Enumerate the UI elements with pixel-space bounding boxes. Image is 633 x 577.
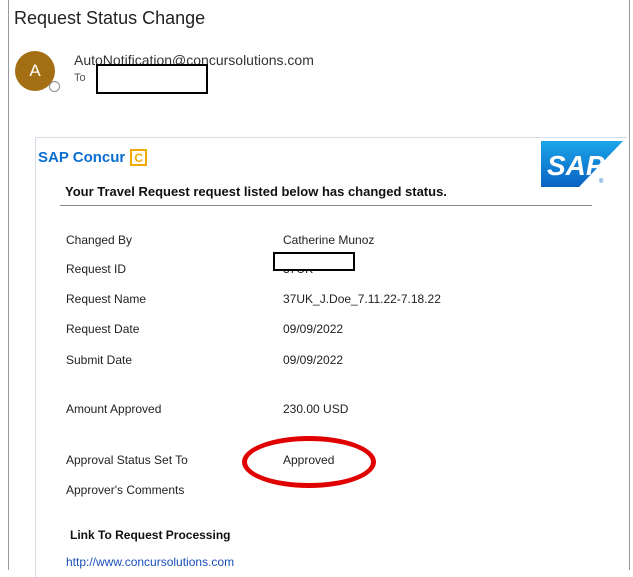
request-id-redaction-box bbox=[273, 252, 355, 271]
highlight-circle bbox=[242, 436, 376, 488]
request-name-label: Request Name bbox=[66, 292, 147, 306]
request-name-value: 37UK_J.Doe_7.11.22-7.18.22 bbox=[283, 292, 441, 306]
submit-date-label: Submit Date bbox=[66, 353, 133, 367]
approval-status-label: Approval Status Set To bbox=[66, 453, 188, 467]
changed-by-value: Catherine Munoz bbox=[283, 233, 375, 247]
presence-status-icon bbox=[49, 81, 60, 92]
sap-logo: SAP ® bbox=[541, 141, 623, 187]
avatar-initial: A bbox=[29, 61, 41, 80]
concur-logo-text: SAP Concur bbox=[38, 149, 126, 166]
divider bbox=[60, 205, 592, 206]
concur-c-icon: C bbox=[130, 149, 148, 166]
sap-concur-logo: SAP Concur C bbox=[38, 149, 148, 166]
to-label: To bbox=[74, 72, 86, 84]
email-subject: Request Status Change bbox=[14, 8, 206, 28]
request-processing-link[interactable]: http://www.concursolutions.com bbox=[66, 555, 234, 569]
approver-comments-label: Approver's Comments bbox=[66, 483, 185, 497]
request-date-value: 09/09/2022 bbox=[283, 322, 344, 336]
amount-approved-label: Amount Approved bbox=[66, 402, 162, 416]
submit-date-value: 09/09/2022 bbox=[283, 353, 344, 367]
request-date-label: Request Date bbox=[66, 322, 140, 336]
amount-approved-value: 230.00 USD bbox=[283, 402, 349, 416]
sap-logo-text: SAP bbox=[547, 150, 605, 181]
status-change-headline: Your Travel Request request listed below… bbox=[65, 184, 447, 199]
request-id-label: Request ID bbox=[66, 262, 127, 276]
recipient-redaction-box bbox=[96, 64, 208, 94]
link-section-title: Link To Request Processing bbox=[70, 528, 231, 542]
svg-text:®: ® bbox=[599, 178, 604, 185]
changed-by-label: Changed By bbox=[66, 233, 133, 247]
